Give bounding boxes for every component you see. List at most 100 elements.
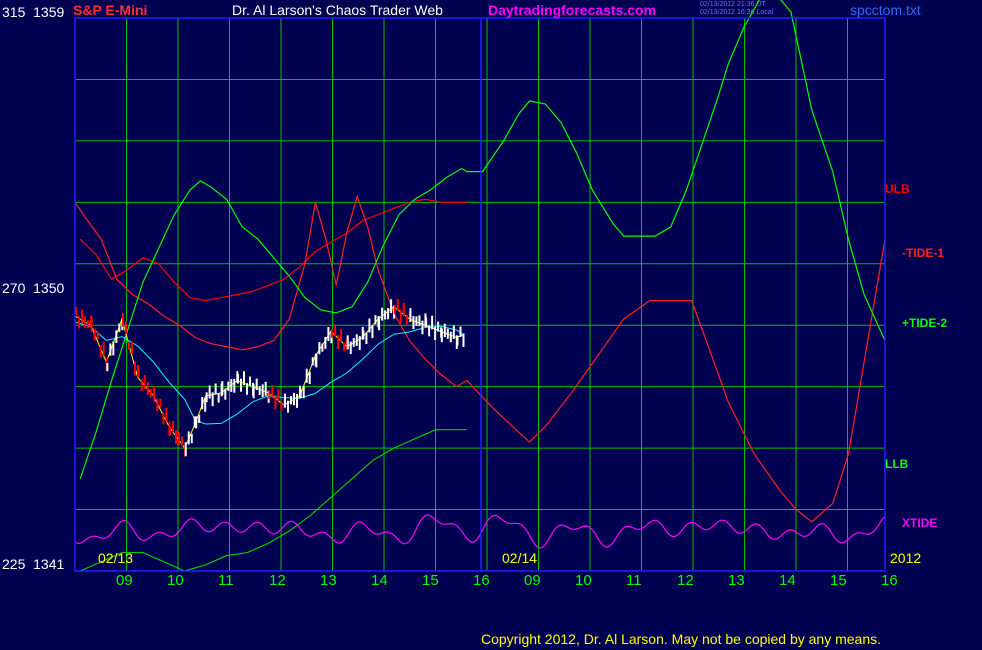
- price-bar: [456, 335, 459, 346]
- label-ulb: ULB: [885, 182, 910, 196]
- moving-average-fast: [74, 306, 465, 450]
- price-bar: [308, 371, 311, 385]
- price-bar: [106, 362, 109, 372]
- series-ulb: [79, 198, 467, 302]
- price-bar: [217, 393, 220, 403]
- price-bar: [125, 321, 128, 334]
- price-bar: [255, 378, 258, 391]
- x-tick-label: 13: [320, 572, 337, 589]
- price-bar: [387, 308, 390, 320]
- chart-title: Dr. Al Larson's Chaos Trader Web: [232, 2, 443, 18]
- price-bar: [165, 407, 168, 422]
- price-bar: [153, 387, 156, 402]
- price-bar: [349, 341, 352, 355]
- price-bar: [246, 383, 248, 395]
- y-tick-mid: 270 1350: [2, 280, 64, 296]
- price-bar: [284, 393, 287, 408]
- price-bar: [302, 385, 305, 399]
- x-tick-label: 10: [575, 572, 592, 589]
- chart-canvas: [74, 0, 886, 572]
- price-bar: [240, 378, 242, 392]
- price-bar: [331, 329, 334, 338]
- price-bar: [122, 312, 125, 327]
- price-bar: [462, 333, 465, 347]
- price-bar: [195, 416, 198, 429]
- price-bar: [299, 389, 302, 398]
- price-bar: [208, 385, 211, 399]
- copyright-text: Copyright 2012, Dr. Al Larson. May not b…: [481, 631, 882, 647]
- y-tick-index: 315: [2, 4, 26, 20]
- price-bar: [118, 323, 121, 332]
- series-tide-1: [74, 194, 886, 523]
- price-bar: [415, 316, 418, 326]
- label-llb: LLB: [885, 457, 909, 471]
- price-bar: [96, 331, 99, 340]
- price-bar: [305, 368, 308, 383]
- price-bar: [352, 338, 355, 347]
- price-bar: [340, 329, 343, 342]
- price-bar: [249, 376, 251, 386]
- price-bar: [258, 386, 261, 396]
- timestamp-ut: 02/13/2012 21:36 UT: [700, 1, 766, 8]
- price-bar: [365, 332, 368, 345]
- price-bar: [431, 315, 434, 330]
- price-bar: [402, 302, 405, 316]
- price-bar: [374, 315, 377, 325]
- price-bar: [184, 442, 187, 457]
- y-tick-price: 1359: [33, 4, 65, 20]
- price-bar: [137, 368, 140, 377]
- price-bar: [233, 378, 236, 393]
- price-bar: [230, 379, 233, 392]
- site-label: Daytradingforecasts.com: [488, 2, 657, 18]
- price-bar: [224, 388, 227, 400]
- price-bar: [156, 398, 159, 412]
- price-bar: [271, 385, 274, 398]
- price-bar: [449, 331, 452, 343]
- price-bar: [443, 323, 446, 338]
- y-tick-top: 315 1359: [2, 4, 64, 20]
- price-bar: [81, 309, 83, 324]
- price-bar: [321, 343, 324, 352]
- price-bar: [311, 357, 314, 366]
- moving-average-slow: [74, 321, 465, 425]
- x-tick-label: 15: [830, 572, 847, 589]
- price-bar: [393, 305, 396, 315]
- price-bar: [405, 314, 408, 325]
- label-xtide: XTIDE: [902, 516, 938, 530]
- price-bar: [252, 384, 255, 399]
- price-bar: [324, 336, 327, 349]
- price-bar: [296, 393, 299, 408]
- y-tick-price: 1341: [33, 556, 65, 572]
- x-tick-label: 16: [473, 572, 490, 589]
- price-bar: [434, 326, 437, 341]
- price-bar: [437, 321, 440, 332]
- x-tick-label: 11: [626, 572, 642, 589]
- date-label-2: 02/14: [502, 550, 538, 566]
- year-label: 2012: [890, 550, 922, 566]
- price-bar: [78, 315, 80, 329]
- price-bar: [169, 427, 172, 436]
- price-bar: [409, 308, 412, 322]
- price-bar: [131, 341, 134, 354]
- grid-lines: [74, 17, 885, 572]
- price-bar: [371, 325, 374, 339]
- price-bar: [237, 374, 239, 384]
- price-bar: [287, 400, 290, 413]
- price-bar: [384, 310, 387, 320]
- price-bar: [425, 317, 428, 327]
- label-tide-2: +TIDE-2: [902, 316, 948, 330]
- price-bar: [140, 379, 143, 392]
- price-bar: [211, 392, 214, 407]
- price-bar: [87, 320, 89, 329]
- price-bar: [143, 374, 146, 389]
- x-tick-label: 09: [524, 572, 541, 589]
- x-tick-label: 12: [677, 572, 694, 589]
- price-bar: [390, 299, 393, 314]
- price-bar: [362, 330, 365, 340]
- symbol-label: S&P E-Mini: [73, 2, 148, 18]
- price-bar: [378, 316, 381, 331]
- price-bars: [75, 299, 465, 457]
- price-bar: [227, 381, 230, 391]
- price-bar: [149, 388, 152, 398]
- price-bar: [274, 395, 277, 410]
